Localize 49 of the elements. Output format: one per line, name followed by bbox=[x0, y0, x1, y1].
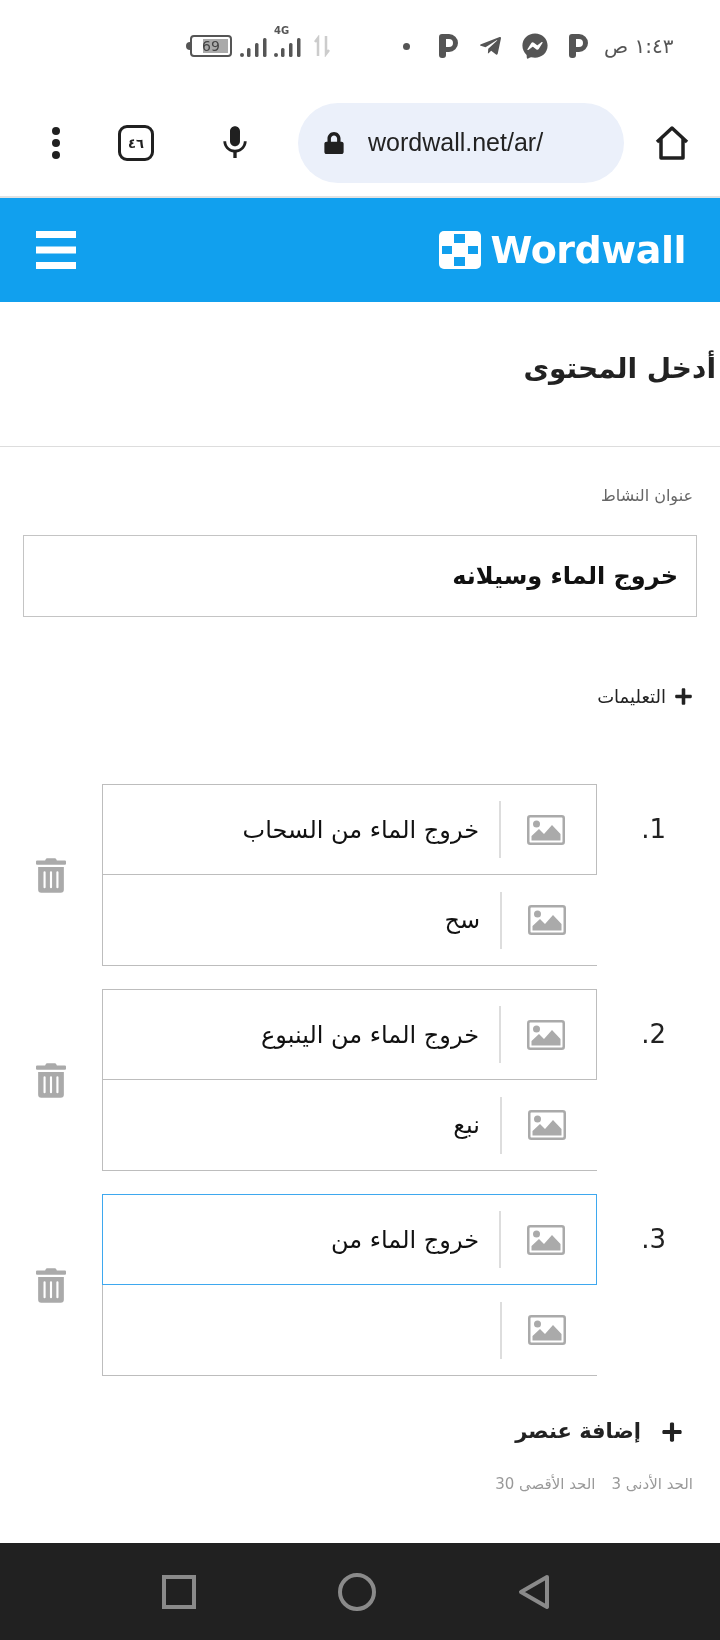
image-icon[interactable] bbox=[527, 1019, 565, 1050]
text-field[interactable]: خروج الماء من السحاب bbox=[102, 784, 597, 875]
data-arrows-icon bbox=[314, 35, 330, 57]
app-icon bbox=[568, 34, 588, 58]
logo-text: Wordwall bbox=[490, 231, 686, 269]
text-field[interactable]: خروج الماء من bbox=[102, 1194, 597, 1285]
paper-plane-icon bbox=[477, 34, 504, 58]
limit-text: الحد الأقصى 30 bbox=[495, 1474, 596, 1494]
trash-icon[interactable] bbox=[36, 857, 66, 893]
signal-icon bbox=[274, 37, 302, 57]
network-type: 4G bbox=[274, 26, 290, 36]
text-field[interactable] bbox=[102, 1285, 597, 1376]
plus-icon bbox=[674, 686, 693, 706]
logo-tile-icon bbox=[438, 231, 481, 269]
add-item-button[interactable]: إضافة عنصر bbox=[515, 1418, 683, 1446]
status-time: ١:٤٣ ص bbox=[604, 33, 674, 60]
field-label: عنوان النشاط bbox=[601, 485, 693, 507]
text-field[interactable]: خروج الماء من الينبوع bbox=[102, 989, 597, 1080]
text-field[interactable]: نبع bbox=[102, 1080, 597, 1171]
address-bar[interactable]: wordwall.net/ar/ bbox=[298, 103, 624, 183]
image-icon[interactable] bbox=[528, 905, 566, 935]
add-instructions-button[interactable]: التعليمات bbox=[597, 683, 693, 709]
text-field[interactable]: سح bbox=[102, 875, 597, 966]
tab-count-button[interactable]: ٤٦ bbox=[118, 125, 154, 161]
image-icon[interactable] bbox=[528, 1110, 566, 1140]
title-field[interactable]: خروج الماء وسيلانه bbox=[23, 535, 697, 617]
more-options-icon[interactable] bbox=[51, 126, 61, 160]
signal-icon bbox=[240, 37, 268, 57]
app-icon bbox=[438, 34, 458, 58]
image-icon[interactable] bbox=[527, 814, 565, 845]
back-icon[interactable] bbox=[518, 1573, 550, 1610]
circle-icon[interactable] bbox=[338, 1572, 376, 1611]
trash-icon[interactable] bbox=[36, 1267, 66, 1303]
image-icon[interactable] bbox=[527, 1224, 565, 1255]
image-icon[interactable] bbox=[528, 1315, 566, 1345]
notification-dot-icon bbox=[403, 42, 410, 50]
plus-icon bbox=[661, 1421, 683, 1443]
limit-text: الحد الأدنى 3 bbox=[611, 1474, 693, 1494]
home-icon[interactable] bbox=[654, 125, 690, 161]
item-number: 1. bbox=[641, 813, 666, 846]
square-icon[interactable] bbox=[162, 1574, 196, 1609]
chat-bubble-icon bbox=[522, 33, 548, 59]
menu-icon[interactable] bbox=[36, 231, 76, 269]
item-number: 2. bbox=[641, 1018, 666, 1051]
item-number: 3. bbox=[641, 1223, 666, 1256]
page-heading: أدخل المحتوى bbox=[523, 352, 716, 386]
lock-icon bbox=[324, 132, 344, 154]
battery-indicator: 69 bbox=[186, 35, 232, 57]
trash-icon[interactable] bbox=[36, 1062, 66, 1098]
